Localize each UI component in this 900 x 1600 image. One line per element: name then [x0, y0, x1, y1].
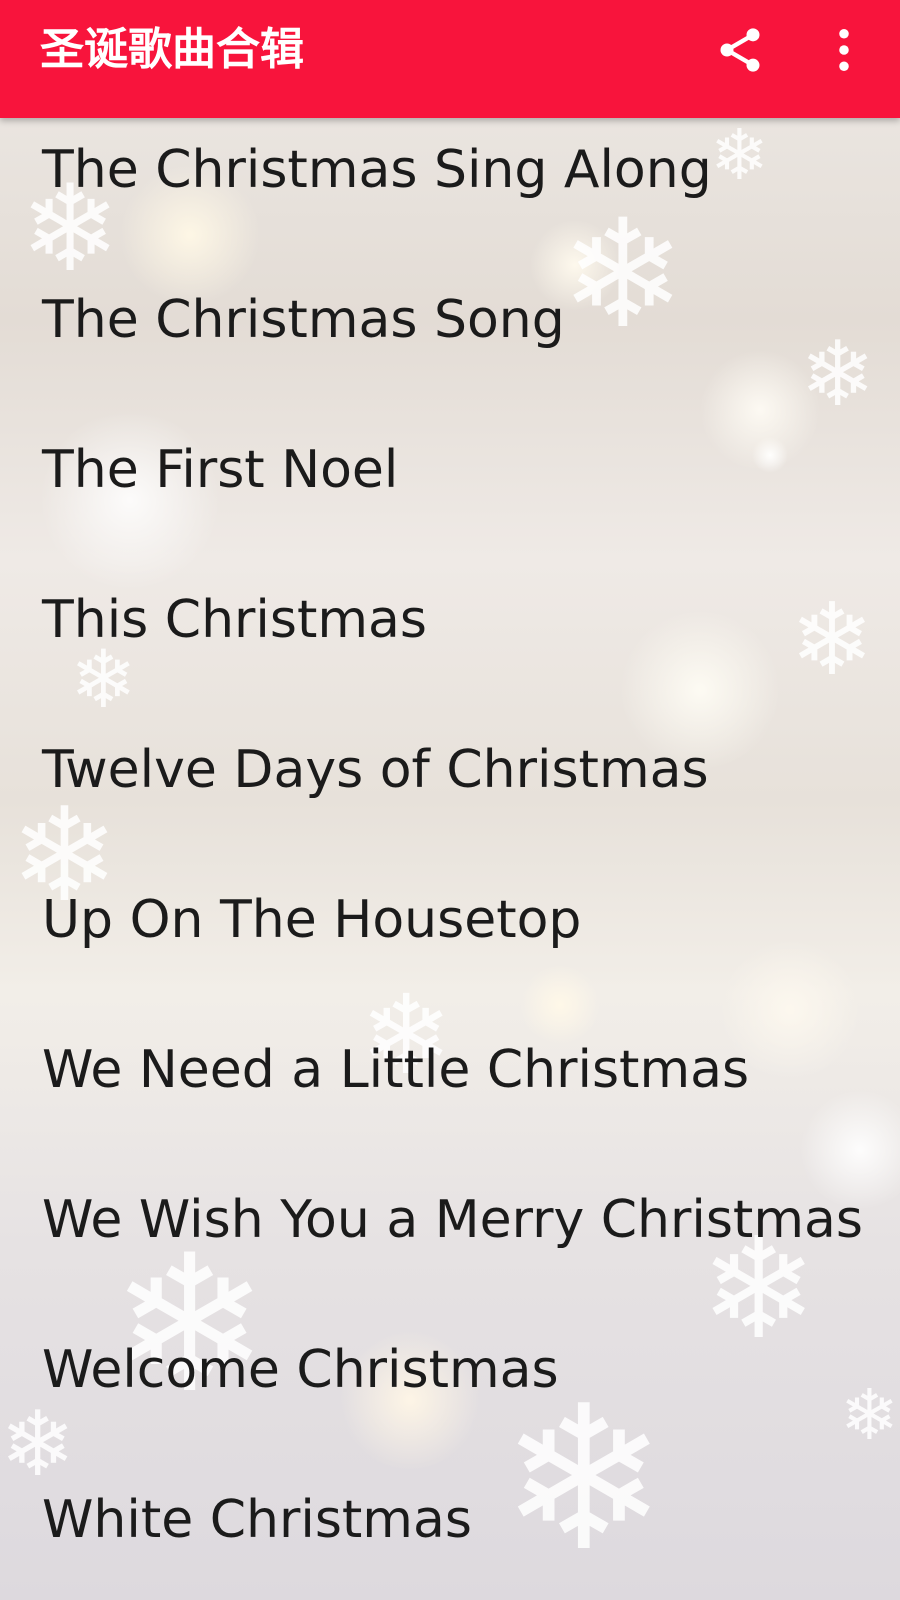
song-title: The Christmas Sing Along [42, 140, 712, 200]
song-title: This Christmas [42, 590, 427, 650]
song-title: White Christmas [42, 1490, 472, 1550]
list-item[interactable]: Welcome Christmas [0, 1318, 900, 1468]
list-item[interactable]: White Christmas [0, 1468, 900, 1600]
list-item[interactable]: We Need a Little Christmas [0, 1018, 900, 1168]
list-item[interactable]: Twelve Days of Christmas [0, 718, 900, 868]
list-item[interactable]: This Christmas [0, 568, 900, 718]
app-bar: 圣诞歌曲合辑 [0, 0, 900, 118]
song-title: Up On The Housetop [42, 890, 582, 950]
song-title: Welcome Christmas [42, 1340, 559, 1400]
list-item[interactable]: The Christmas Sing Along [0, 118, 900, 268]
app-title: 圣诞歌曲合辑 [40, 24, 304, 75]
song-title: We Wish You a Merry Christmas [42, 1190, 863, 1250]
song-title: We Need a Little Christmas [42, 1040, 750, 1100]
song-title: The First Noel [42, 440, 399, 500]
list-item[interactable]: The First Noel [0, 418, 900, 568]
song-title: Twelve Days of Christmas [42, 740, 709, 800]
share-icon [720, 28, 760, 72]
more-options-button[interactable] [816, 22, 872, 78]
list-item[interactable]: The Christmas Song [0, 268, 900, 418]
list-item[interactable]: We Wish You a Merry Christmas [0, 1168, 900, 1318]
more-vert-icon [839, 28, 849, 72]
share-button[interactable] [712, 22, 768, 78]
list-item[interactable]: Up On The Housetop [0, 868, 900, 1018]
song-title: The Christmas Song [42, 290, 565, 350]
